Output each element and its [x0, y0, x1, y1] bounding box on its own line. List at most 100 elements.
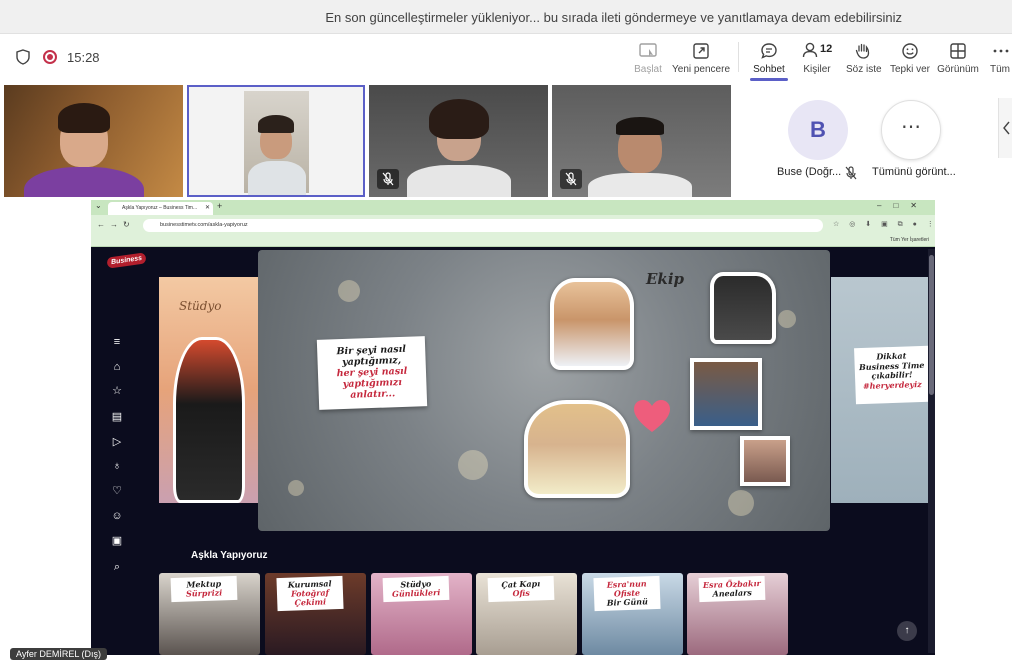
url-field[interactable]: businesstimetv.com/askla-yapiyoruz	[143, 219, 823, 232]
team-photo	[550, 278, 634, 370]
tab-close-icon[interactable]: ✕	[205, 202, 210, 215]
chat-button[interactable]: Sohbet	[750, 40, 788, 80]
star-icon[interactable]: ☆	[107, 384, 127, 398]
play-icon[interactable]: ▷	[107, 435, 127, 449]
meeting-toolbar: 15:28 Başlat Yeni pencere Sohbet 12 Kişi…	[0, 34, 1012, 83]
video-card[interactable]: Çat Kapı Ofis	[476, 573, 577, 655]
team-label: Ekip	[646, 270, 685, 288]
update-banner-message: En son güncelleştirmeler yükleniyor... b…	[325, 10, 902, 25]
participant-video-tile[interactable]	[552, 85, 731, 197]
card-title: Stüdyo Günlükleri	[382, 575, 450, 603]
see-all-label: Tümünü görünt...	[872, 166, 956, 178]
start-button[interactable]: Başlat	[632, 40, 664, 80]
team-photo	[710, 272, 776, 344]
browser-tab[interactable]: Aşkla Yapıyoruz – Business Tim... ✕	[108, 202, 213, 215]
website-page: Business ≡ ⌂ ☆ ▤ ▷ ♁ ♡ ☺ ▣ ⌕ Stüdyo Bir …	[91, 247, 935, 655]
participant-avatar[interactable]: B	[788, 100, 848, 160]
new-window-button[interactable]: Yeni pencere	[672, 40, 730, 80]
card-title: Çat Kapı Ofis	[487, 575, 555, 603]
more-actions-button[interactable]: Tüm	[990, 40, 1012, 80]
carousel-slide-everywhere[interactable]: Dikkat Business Time çıkabilir! #heryerd…	[831, 277, 929, 503]
arrow-up-icon: ↑	[904, 625, 910, 636]
shield-icon	[16, 49, 30, 65]
lightbulb-icon[interactable]: ♁	[107, 459, 127, 473]
participant-video	[244, 91, 309, 195]
tab-list-icon[interactable]: ⌄	[95, 201, 102, 210]
video-card[interactable]: Kurumsal Fotoğraf Çekimi	[265, 573, 366, 655]
video-card[interactable]: Esra Özbakır Anealars	[687, 573, 788, 655]
start-label: Başlat	[634, 64, 662, 75]
people-label: Kişiler	[803, 64, 831, 75]
chat-label: Sohbet	[753, 64, 785, 75]
new-window-label: Yeni pencere	[672, 64, 731, 75]
carousel-slide-studio[interactable]: Stüdyo	[159, 277, 259, 503]
recording-icon	[43, 50, 57, 64]
mic-off-icon	[565, 172, 577, 186]
book-icon[interactable]: ▤	[107, 410, 127, 424]
video-card[interactable]: Mektup Sürprizi	[159, 573, 260, 655]
extension-icons[interactable]: ☆ ◎ ⬇ ▣ ⧉ ● ⋮	[833, 220, 935, 229]
card-title: Esra'nun Ofiste Bir Günü	[593, 575, 661, 612]
slide-title: Stüdyo	[179, 299, 222, 313]
toolbar-divider	[738, 42, 739, 72]
presenter-name-tag: Ayfer DEMİREL (Dış)	[10, 648, 108, 660]
site-logo[interactable]: Business	[106, 252, 147, 269]
team-photo	[740, 436, 790, 486]
heart-icon[interactable]: ♡	[107, 484, 127, 498]
more-icon	[993, 49, 1009, 53]
participants-strip: B Buse (Doğr... ⋯ Tümünü görünt...	[0, 83, 1012, 198]
people-button[interactable]: 12 Kişiler	[799, 40, 835, 80]
heart-icon	[634, 400, 670, 432]
browser-address-bar: ←→↻ businesstimetv.com/askla-yapiyoruz ☆…	[91, 215, 935, 235]
scrollbar-thumb[interactable]	[929, 255, 934, 395]
participant-name: Buse (Doğr...	[777, 166, 842, 178]
window-controls[interactable]: –□✕	[877, 201, 929, 210]
smile-icon[interactable]: ☺	[107, 509, 127, 523]
meeting-timer: 15:28	[67, 50, 100, 65]
pop-out-icon	[693, 43, 709, 59]
back-to-top-button[interactable]: ↑	[897, 621, 917, 641]
bookmarks-bar: Tüm Yer İşaretleri	[91, 235, 935, 247]
slide-note: Dikkat Business Time çıkabilir! #heryerd…	[854, 345, 929, 405]
carousel-slide-team[interactable]: Bir şeyi nasıl yaptığımız, her şeyi nası…	[258, 250, 830, 531]
more-label: Tüm	[990, 64, 1010, 75]
team-photo	[524, 400, 630, 498]
mic-muted-badge	[560, 169, 582, 189]
participant-video-tile[interactable]	[369, 85, 548, 197]
active-tab-indicator	[750, 78, 788, 81]
navigation-icons[interactable]: ←→↻	[97, 220, 135, 229]
people-icon	[802, 42, 818, 58]
people-count: 12	[820, 43, 833, 55]
section-title: Aşkla Yapıyoruz	[191, 550, 268, 561]
view-button[interactable]: Görünüm	[936, 40, 980, 80]
video-card[interactable]: Stüdyo Günlükleri	[371, 573, 472, 655]
see-all-participants-button[interactable]: ⋯	[881, 100, 941, 160]
card-title: Esra Özbakır Anealars	[698, 575, 766, 603]
tab-title: Aşkla Yapıyoruz – Business Tim...	[122, 205, 198, 211]
raise-hand-label: Söz iste	[846, 64, 882, 75]
react-button[interactable]: Tepki ver	[890, 40, 930, 80]
strip-collapse-handle[interactable]	[998, 98, 1012, 158]
mic-off-icon	[845, 166, 857, 180]
shared-screen-stage: ⌄ Aşkla Yapıyoruz – Business Tim... ✕ + …	[0, 198, 1012, 655]
smile-icon	[902, 43, 918, 59]
participant-video-tile-active[interactable]	[187, 85, 365, 197]
search-icon[interactable]: ⌕	[107, 560, 127, 574]
id-card-icon[interactable]: ▣	[107, 534, 127, 548]
slide-photo	[173, 337, 245, 503]
all-bookmarks-link[interactable]: Tüm Yer İşaretleri	[890, 237, 929, 243]
card-title: Kurumsal Fotoğraf Çekimi	[276, 575, 344, 612]
raise-hand-button[interactable]: Söz iste	[846, 40, 882, 80]
chat-icon	[761, 43, 777, 59]
menu-icon[interactable]: ≡	[107, 335, 127, 349]
raise-hand-icon	[855, 43, 870, 59]
page-scrollbar[interactable]	[928, 249, 935, 653]
participant-video-tile[interactable]	[4, 85, 183, 197]
chevron-left-icon	[1003, 121, 1010, 135]
new-tab-icon[interactable]: +	[217, 201, 222, 211]
home-icon[interactable]: ⌂	[107, 360, 127, 374]
team-photo	[690, 358, 762, 430]
card-title: Mektup Sürprizi	[170, 575, 238, 603]
video-card[interactable]: Esra'nun Ofiste Bir Günü	[582, 573, 683, 655]
browser-tab-bar: ⌄ Aşkla Yapıyoruz – Business Tim... ✕ + …	[91, 200, 935, 215]
